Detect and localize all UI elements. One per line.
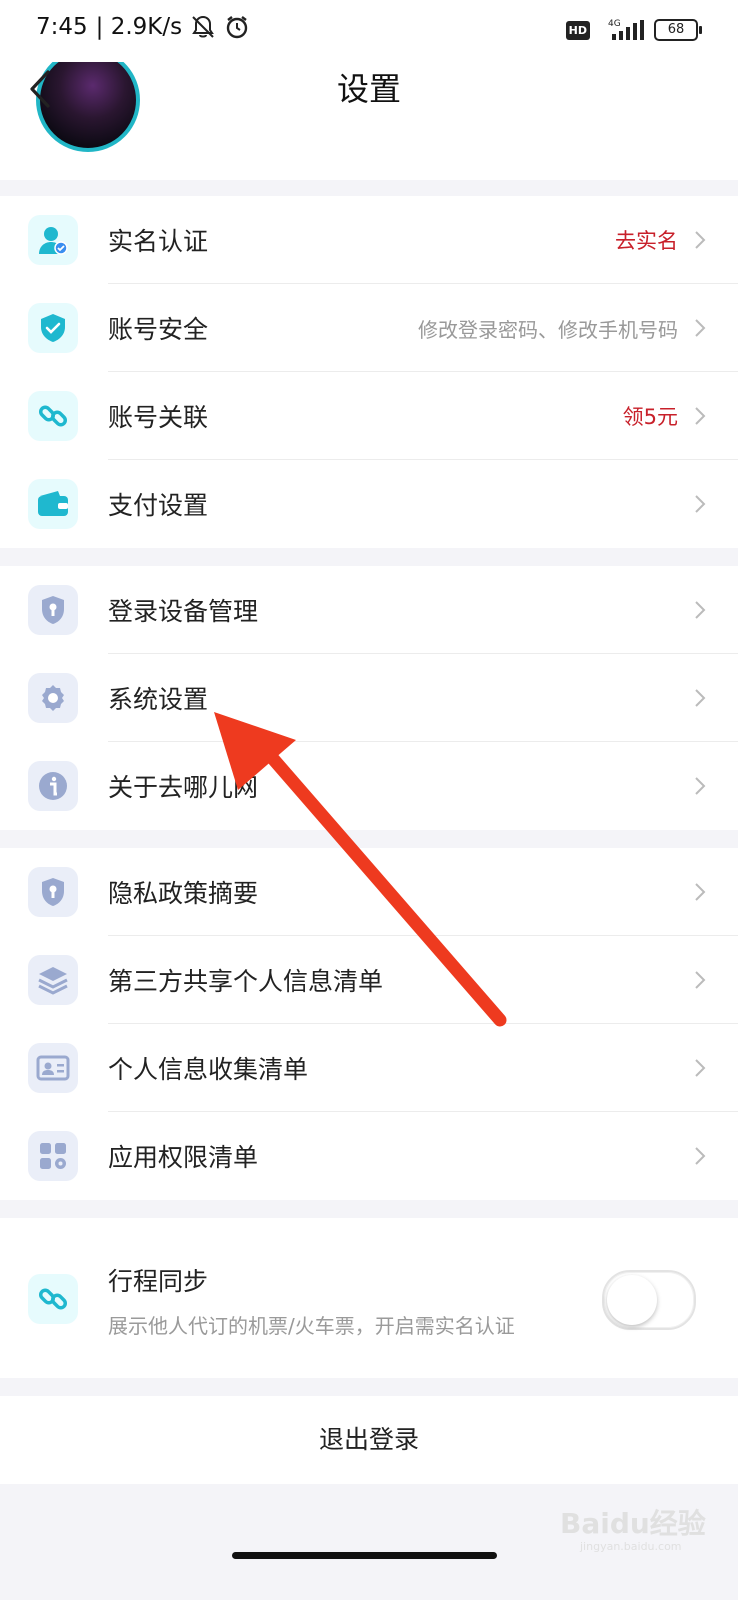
list-item-privacy-summary[interactable]: 隐私政策摘要 [0, 848, 738, 936]
list-item-account-link[interactable]: 账号关联 领5元 [0, 372, 738, 460]
list-item-label: 支付设置 [108, 491, 209, 520]
list-item-label: 登录设备管理 [108, 597, 259, 626]
status-right: HD 4G 68 [565, 18, 702, 42]
chevron-right-icon [695, 1147, 706, 1165]
list-item-real-name[interactable]: 实名认证 去实名 [0, 196, 738, 284]
baidu-watermark-url: jingyan.baidu.com [580, 1540, 682, 1553]
list-item-personal-info-collection[interactable]: 个人信息收集清单 [0, 1024, 738, 1112]
trip-sync-title: 行程同步 [108, 1267, 209, 1296]
chevron-right-icon [695, 777, 706, 795]
battery-indicator: 68 [654, 19, 702, 41]
status-bar: 7:45 | 2.9K/s HD 4G 68 [0, 0, 738, 62]
list-item-account-security[interactable]: 账号安全 修改登录密码、修改手机号码 [0, 284, 738, 372]
list-item-app-permissions[interactable]: 应用权限清单 [0, 1112, 738, 1200]
list-item-value: 去实名 [615, 229, 678, 253]
shield-check-icon [28, 303, 78, 353]
list-item-label: 第三方共享个人信息清单 [108, 967, 384, 996]
list-item-label: 关于去哪儿网 [108, 773, 259, 802]
list-item-label: 个人信息收集清单 [108, 1055, 309, 1084]
signal-icon: 4G [608, 19, 644, 40]
page-title: 设置 [336, 70, 401, 108]
user-verified-icon [28, 215, 78, 265]
apps-icon [28, 1131, 78, 1181]
chevron-right-icon [695, 971, 706, 989]
id-card-icon [28, 1043, 78, 1093]
privacy-section: 隐私政策摘要 第三方共享个人信息清单 个人信息收集清单 应用权限清单 [0, 848, 738, 1200]
shield-lock-icon [28, 867, 78, 917]
list-item-third-party-sharing[interactable]: 第三方共享个人信息清单 [0, 936, 738, 1024]
list-item-value: 修改登录密码、修改手机号码 [418, 317, 678, 342]
chevron-right-icon [695, 689, 706, 707]
home-indicator[interactable] [232, 1552, 497, 1559]
chevron-right-icon [695, 495, 706, 513]
list-item-value: 领5元 [622, 405, 678, 429]
account-section: 实名认证 去实名 账号安全 修改登录密码、修改手机号码 账号关联 领5元 支付设… [0, 196, 738, 548]
list-item-label: 隐私政策摘要 [108, 879, 259, 908]
chevron-right-icon [695, 231, 706, 249]
list-item-payment[interactable]: 支付设置 [0, 460, 738, 548]
list-item-label: 系统设置 [108, 685, 209, 714]
wallet-icon [28, 479, 78, 529]
hd-badge: HD [565, 20, 590, 40]
chevron-right-icon [695, 319, 706, 337]
layers-icon [28, 955, 78, 1005]
link-icon [28, 1274, 78, 1324]
chevron-right-icon [695, 1059, 706, 1077]
trip-sync-toggle[interactable] [602, 1270, 696, 1330]
list-item-device-management[interactable]: 登录设备管理 [0, 566, 738, 654]
alarm-icon [226, 16, 248, 39]
status-time: 7:45 [36, 14, 88, 40]
list-item-about[interactable]: 关于去哪儿网 [0, 742, 738, 830]
chevron-right-icon [695, 407, 706, 425]
list-item-label: 账号安全 [108, 315, 209, 344]
toggle-knob [607, 1275, 657, 1325]
chevron-right-icon [695, 601, 706, 619]
list-item-label: 应用权限清单 [108, 1143, 259, 1172]
bell-off-icon [192, 15, 214, 38]
shield-lock-icon [28, 585, 78, 635]
list-item-label: 账号关联 [108, 403, 209, 432]
list-item-system-settings[interactable]: 系统设置 [0, 654, 738, 742]
nav-bar: 设置 [0, 62, 738, 180]
trip-sync-description: 展示他人代订的机票/火车票，开启需实名认证 [108, 1314, 515, 1338]
gear-icon [28, 673, 78, 723]
link-icon [28, 391, 78, 441]
baidu-watermark: Baidu经验 [560, 1507, 706, 1540]
trip-sync-row: 行程同步 展示他人代订的机票/火车票，开启需实名认证 [0, 1218, 738, 1378]
logout-button[interactable]: 退出登录 [0, 1396, 738, 1484]
list-item-label: 实名认证 [108, 227, 209, 256]
status-speed: | 2.9K/s [95, 14, 183, 40]
svg-text:4G: 4G [608, 19, 621, 29]
info-icon [28, 761, 78, 811]
system-section: 登录设备管理 系统设置 关于去哪儿网 [0, 566, 738, 830]
chevron-right-icon [695, 883, 706, 901]
status-left: 7:45 | 2.9K/s [36, 14, 250, 40]
